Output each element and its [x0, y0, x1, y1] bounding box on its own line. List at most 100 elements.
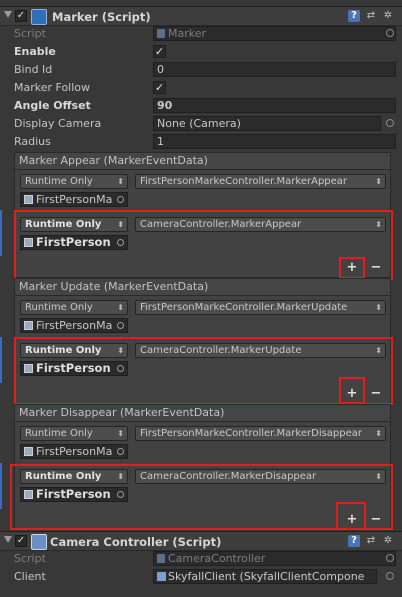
dropdown-arrow-icon: ⬍	[375, 346, 382, 355]
gameobject-icon	[24, 195, 33, 204]
gameobject-icon	[24, 447, 33, 456]
preset-icon[interactable]: ⇄	[365, 10, 377, 22]
script-row: Script Marker	[0, 25, 402, 43]
gameobject-icon	[24, 321, 33, 330]
dropdown-arrow-icon: ⬍	[375, 303, 382, 312]
preset-icon[interactable]: ⇄	[365, 535, 377, 547]
marker-follow-label: Marker Follow	[14, 81, 91, 94]
help-icon[interactable]: ?	[348, 10, 360, 22]
component-title: Marker (Script)	[52, 10, 151, 24]
runtime-mode-dropdown[interactable]: Runtime Only ⬍	[20, 300, 128, 315]
script-file-icon	[157, 29, 165, 38]
marker-appear-event-header: Marker Appear (MarkerEventData)	[14, 152, 391, 170]
radius-row: Radius 1	[0, 133, 402, 151]
remove-listener-button[interactable]: −	[366, 512, 386, 528]
function-dropdown[interactable]: CameraController.MarkerUpdate ⬍	[135, 343, 386, 358]
bind-id-label: Bind Id	[14, 63, 53, 76]
remove-listener-button[interactable]: −	[366, 386, 386, 402]
target-object-field[interactable]: FirstPersonMa	[20, 444, 128, 459]
remove-listener-button[interactable]: −	[366, 260, 386, 276]
script-value: CameraController	[168, 552, 266, 565]
component-title: Camera Controller (Script)	[50, 535, 222, 549]
add-listener-button[interactable]: +	[342, 260, 362, 276]
fold-arrow-icon[interactable]	[4, 11, 12, 18]
marker-follow-row: Marker Follow ✓	[0, 79, 402, 97]
dropdown-arrow-icon: ⬍	[117, 220, 124, 229]
angle-offset-label: Angle Offset	[14, 99, 91, 112]
add-listener-button[interactable]: +	[342, 512, 362, 528]
marker-update-event-header: Marker Update (MarkerEventData)	[14, 278, 391, 296]
runtime-mode-dropdown[interactable]: Runtime Only ⬍	[20, 469, 128, 484]
target-object-field[interactable]: FirstPersonMa	[20, 318, 128, 333]
script-icon	[31, 9, 47, 25]
component-icon	[157, 572, 166, 581]
object-picker-icon[interactable]	[386, 572, 394, 580]
dropdown-arrow-icon: ⬍	[117, 472, 124, 481]
script-label: Script	[14, 552, 46, 565]
gameobject-icon	[24, 238, 33, 247]
fold-arrow-icon[interactable]	[4, 536, 12, 543]
object-picker-icon	[117, 448, 124, 455]
script-row: Script CameraController	[0, 550, 402, 568]
bind-id-field[interactable]: 0	[153, 62, 396, 77]
function-dropdown[interactable]: FirstPersonMarkeController.MarkerDisappe…	[135, 426, 386, 441]
radius-field[interactable]: 1	[153, 134, 396, 149]
gear-icon[interactable]: ✲	[382, 535, 394, 547]
dropdown-arrow-icon: ⬍	[117, 303, 124, 312]
dropdown-arrow-icon: ⬍	[375, 177, 382, 186]
target-object-field[interactable]: FirstPerson	[20, 235, 128, 250]
component-enabled-checkbox[interactable]: ✓	[15, 10, 27, 22]
help-icon[interactable]: ?	[348, 535, 360, 547]
dropdown-arrow-icon: ⬍	[117, 177, 124, 186]
camera-controller-component-header[interactable]: ✓ Camera Controller (Script) ? ⇄ ✲	[0, 531, 402, 551]
dropdown-arrow-icon: ⬍	[375, 220, 382, 229]
script-field: Marker	[153, 26, 396, 41]
angle-offset-row: Angle Offset 90	[0, 97, 402, 115]
angle-offset-field[interactable]: 90	[153, 98, 396, 113]
object-picker-icon	[117, 322, 124, 329]
function-dropdown[interactable]: FirstPersonMarkeController.MarkerAppear ⬍	[135, 174, 386, 189]
function-dropdown[interactable]: FirstPersonMarkeController.MarkerUpdate ⬍	[135, 300, 386, 315]
script-file-icon	[157, 554, 165, 563]
script-label: Script	[14, 27, 46, 40]
dropdown-arrow-icon: ⬍	[375, 472, 382, 481]
dropdown-arrow-icon: ⬍	[375, 429, 382, 438]
selection-indicator	[0, 337, 2, 383]
display-camera-label: Display Camera	[14, 117, 102, 130]
script-field: CameraController	[153, 551, 396, 566]
client-label: Client	[14, 570, 46, 583]
object-picker-icon	[117, 196, 124, 203]
script-value: Marker	[168, 27, 207, 40]
function-dropdown[interactable]: CameraController.MarkerAppear ⬍	[135, 217, 386, 232]
gear-icon[interactable]: ✲	[382, 10, 394, 22]
dropdown-arrow-icon: ⬍	[117, 429, 124, 438]
object-picker-icon	[117, 365, 124, 372]
object-picker-icon[interactable]	[386, 554, 394, 562]
selection-indicator	[0, 463, 2, 509]
display-camera-field[interactable]: None (Camera)	[153, 116, 381, 131]
target-object-field[interactable]: FirstPerson	[20, 361, 128, 376]
runtime-mode-dropdown[interactable]: Runtime Only ⬍	[20, 426, 128, 441]
bind-id-row: Bind Id 0	[0, 61, 402, 79]
object-picker-icon[interactable]	[386, 119, 394, 127]
target-object-field[interactable]: FirstPerson	[20, 487, 128, 502]
function-dropdown[interactable]: CameraController.MarkerDisappear ⬍	[135, 469, 386, 484]
gameobject-icon	[24, 364, 33, 373]
marker-disappear-event-header: Marker Disappear (MarkerEventData)	[14, 404, 391, 422]
marker-component-header[interactable]: ✓ Marker (Script) ? ⇄ ✲	[0, 6, 402, 26]
marker-follow-checkbox[interactable]: ✓	[153, 81, 166, 94]
object-picker-icon[interactable]	[386, 29, 394, 37]
runtime-mode-dropdown[interactable]: Runtime Only ⬍	[20, 217, 128, 232]
component-enabled-checkbox[interactable]: ✓	[15, 535, 27, 547]
runtime-mode-dropdown[interactable]: Runtime Only ⬍	[20, 174, 128, 189]
runtime-mode-dropdown[interactable]: Runtime Only ⬍	[20, 343, 128, 358]
radius-label: Radius	[14, 135, 51, 148]
target-object-field[interactable]: FirstPersonMa	[20, 192, 128, 207]
client-row: Client SkyfallClient (SkyfallClientCompo…	[0, 568, 402, 586]
script-icon	[31, 534, 47, 550]
add-listener-button[interactable]: +	[342, 386, 362, 402]
enable-row: Enable ✓	[0, 43, 402, 61]
enable-checkbox[interactable]: ✓	[153, 45, 166, 58]
client-field[interactable]: SkyfallClient (SkyfallClientCompone	[153, 569, 377, 584]
display-camera-row: Display Camera None (Camera)	[0, 115, 402, 133]
